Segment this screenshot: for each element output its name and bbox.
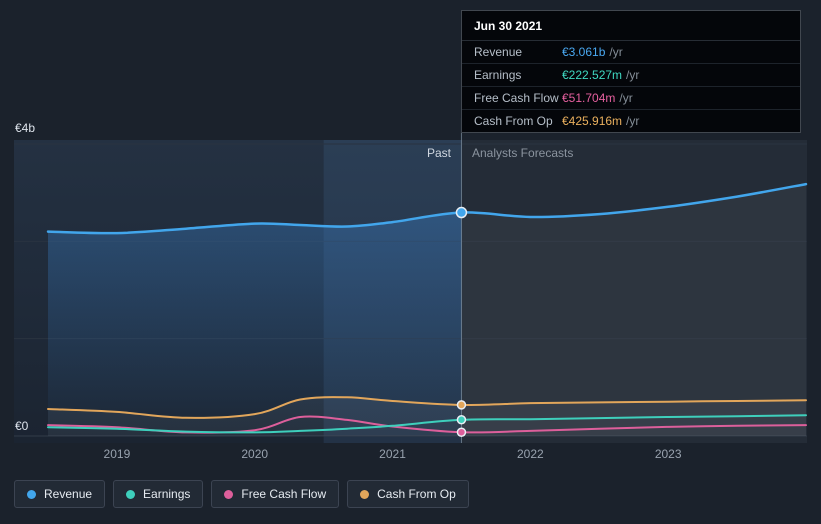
- x-tick-2020: 2020: [241, 447, 269, 461]
- y-axis-label-0: €0: [15, 419, 29, 433]
- tooltip-metric-value: €3.061b/yr: [562, 45, 623, 59]
- earnings-marker: [456, 415, 467, 425]
- cash-from-op-marker: [456, 400, 467, 410]
- tooltip-rows: Revenue €3.061b/yr Earnings €222.527m/yr Fre…: [462, 41, 800, 132]
- legend-label: Earnings: [143, 487, 191, 501]
- tooltip-row-revenue: Revenue €3.061b/yr: [462, 41, 800, 63]
- tooltip-metric-label: Earnings: [474, 68, 522, 82]
- tooltip-metric-label: Free Cash Flow: [474, 91, 559, 105]
- chart-tooltip: Jun 30 2021 Revenue €3.061b/yr Earnings €22…: [461, 10, 801, 133]
- y-axis-label-4b: €4b: [15, 121, 36, 135]
- cash-from-op-legend-dot: [360, 489, 370, 499]
- free-cash-flow-marker: [456, 427, 467, 437]
- revenue-legend-dot: [27, 489, 36, 499]
- tooltip-metric-value: €51.704m/yr: [562, 91, 633, 105]
- x-tick-2019: 2019: [103, 447, 131, 461]
- x-tick-2023: 2023: [654, 447, 682, 461]
- earnings-legend-dot: [126, 489, 136, 499]
- revenue-past-area: [48, 212, 462, 436]
- past-section-label: Past: [426, 146, 451, 160]
- stock-financials-forecast-chart: €4b €0 Past Analysts Forecasts 2019 2020 2…: [0, 0, 821, 524]
- tooltip-metric-value: €425.916m/yr: [562, 114, 640, 128]
- legend-label: Cash From Op: [377, 487, 456, 501]
- legend-label: Revenue: [44, 487, 93, 501]
- revenue-forecast-area: [461, 184, 806, 436]
- tooltip-metric-label: Revenue: [474, 45, 523, 59]
- legend-item-cash-from-op[interactable]: Cash From Op: [347, 480, 469, 508]
- legend-item-free-cash-flow[interactable]: Free Cash Flow: [211, 480, 340, 508]
- chart-legend: Revenue Earnings Free Cash Flow Cash From O…: [14, 480, 469, 508]
- tooltip-metric-value: €222.527m/yr: [562, 68, 640, 82]
- tooltip-row-free-cash-flow: Free Cash Flow €51.704m/yr: [462, 86, 800, 109]
- revenue-marker: [455, 206, 468, 219]
- x-tick-2022: 2022: [517, 447, 544, 461]
- tooltip-row-earnings: Earnings €222.527m/yr: [462, 63, 800, 86]
- forecast-section-label: Analysts Forecasts: [472, 146, 574, 160]
- free-cash-flow-legend-dot: [224, 489, 234, 499]
- tooltip-date: Jun 30 2021: [462, 11, 800, 41]
- x-tick-2021: 2021: [379, 447, 406, 461]
- legend-item-revenue[interactable]: Revenue: [14, 480, 106, 508]
- tooltip-row-cash-from-op: Cash From Op €425.916m/yr: [462, 109, 800, 132]
- legend-item-earnings[interactable]: Earnings: [113, 480, 204, 508]
- tooltip-metric-label: Cash From Op: [474, 114, 553, 128]
- legend-label: Free Cash Flow: [241, 487, 327, 501]
